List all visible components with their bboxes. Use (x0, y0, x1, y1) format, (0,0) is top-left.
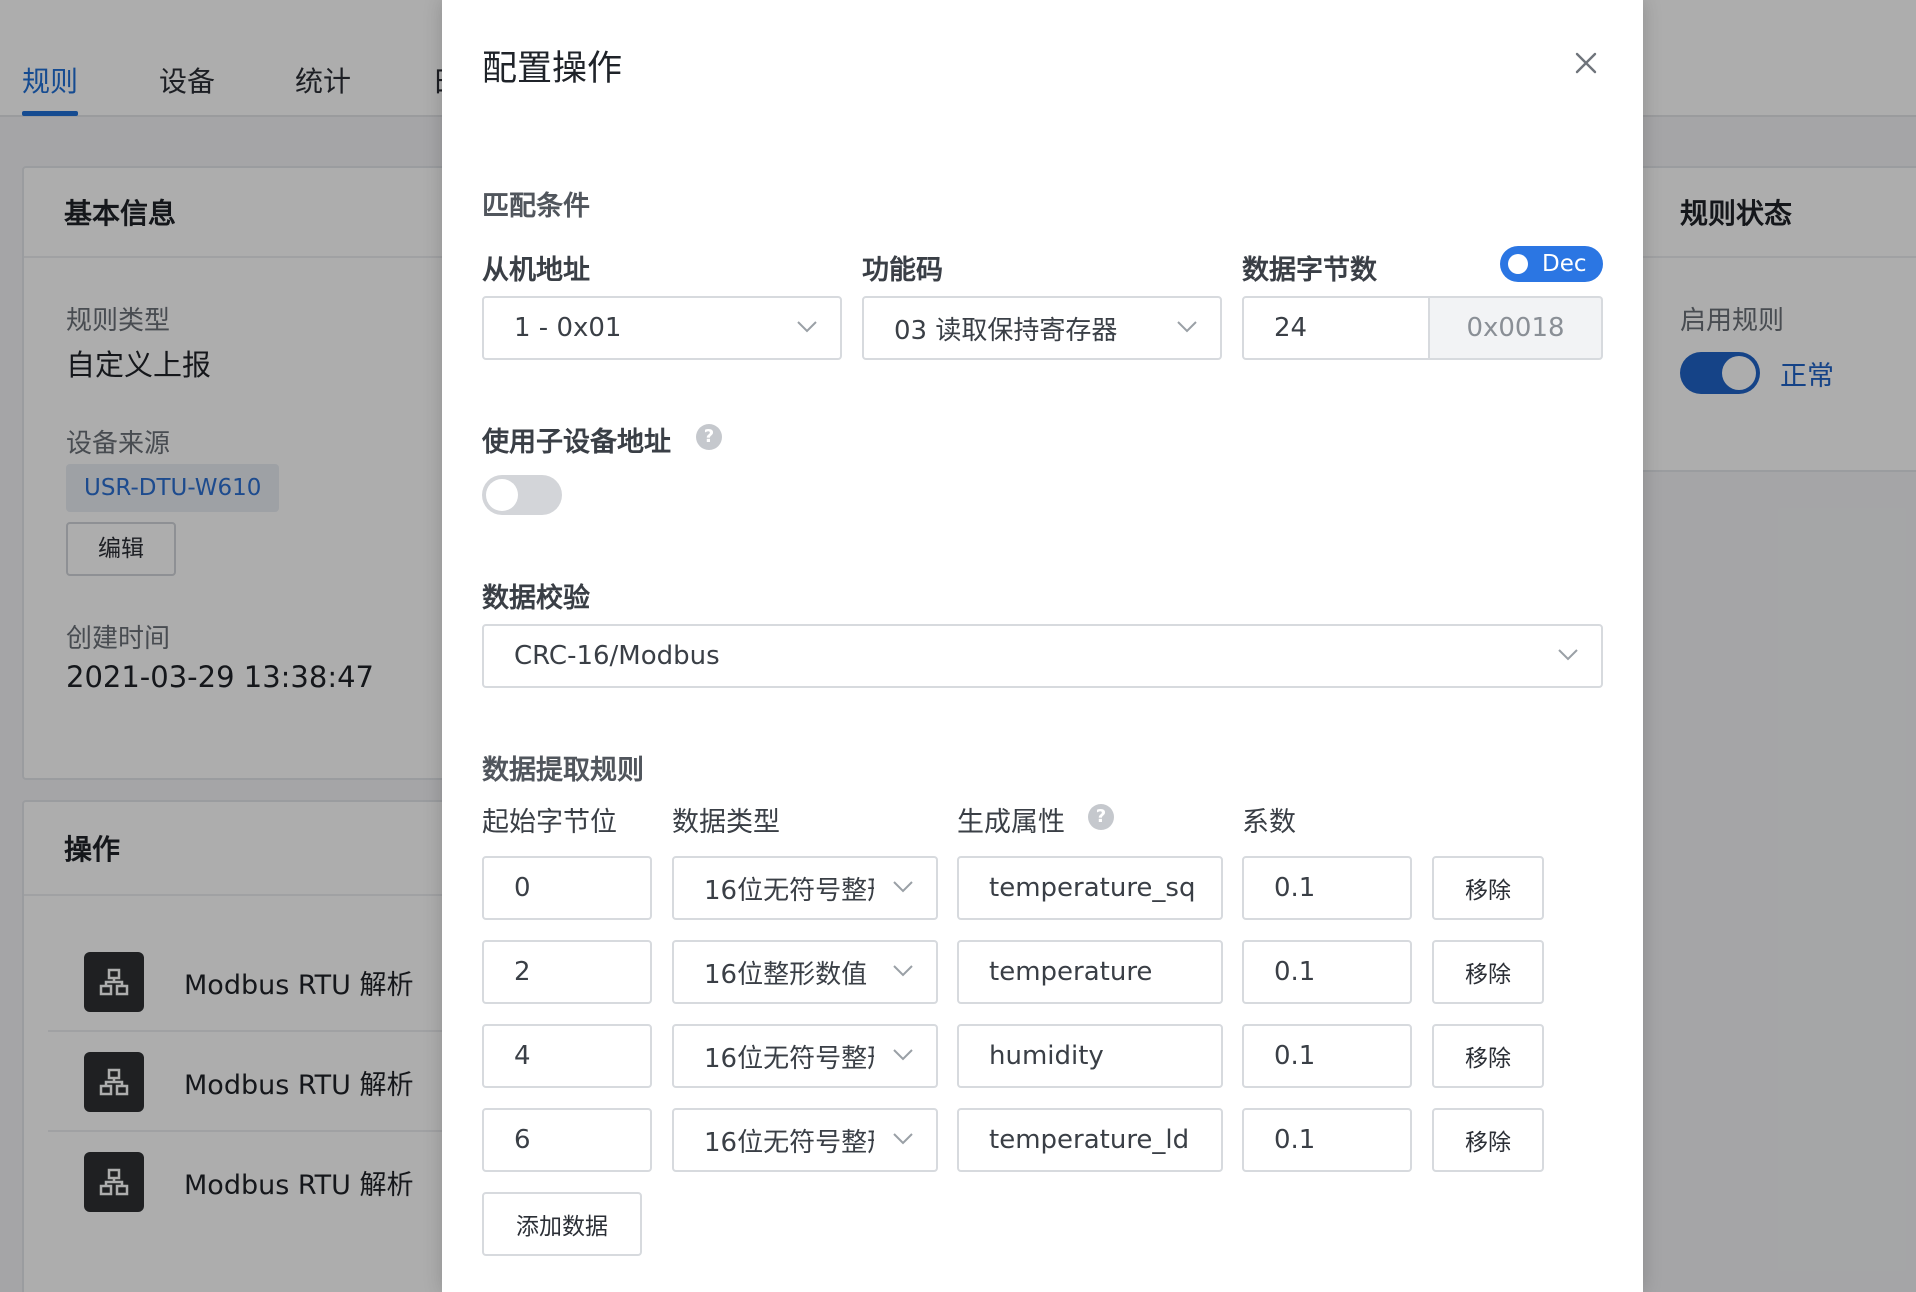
data-bytes-label: 数据字节数 (1242, 255, 1377, 286)
help-icon[interactable]: ? (1088, 804, 1114, 830)
coefficient-input[interactable]: 0.1 (1242, 856, 1412, 920)
match-section-title: 匹配条件 (482, 191, 590, 222)
chevron-down-icon (893, 1049, 913, 1061)
start-byte-value: 6 (514, 1125, 531, 1155)
start-byte-input[interactable]: 0 (482, 856, 652, 920)
slave-address-label: 从机地址 (482, 255, 590, 286)
start-byte-input[interactable]: 2 (482, 940, 652, 1004)
coefficient-input[interactable]: 0.1 (1242, 1024, 1412, 1088)
data-bytes-value: 24 (1274, 313, 1308, 343)
add-data-button[interactable]: 添加数据 (482, 1192, 642, 1256)
subdevice-address-toggle[interactable] (482, 475, 562, 515)
start-byte-input[interactable]: 6 (482, 1108, 652, 1172)
coefficient-input[interactable]: 0.1 (1242, 1108, 1412, 1172)
coefficient-input[interactable]: 0.1 (1242, 940, 1412, 1004)
start-byte-value: 4 (514, 1041, 531, 1071)
attribute-value: temperature_sq (989, 873, 1196, 903)
data-type-select[interactable]: 16位无符号整形数值 (672, 1108, 938, 1172)
coefficient-value: 0.1 (1274, 1125, 1316, 1155)
slave-address-select[interactable]: 1 - 0x01 (482, 296, 842, 360)
header-attribute: 生成属性 (957, 807, 1065, 838)
extract-section-title: 数据提取规则 (482, 755, 644, 786)
config-operation-modal: 配置操作 匹配条件 从机地址 功能码 数据字节数 Dec 1 - 0x01 03… (442, 0, 1643, 1292)
chevron-down-icon (1558, 649, 1578, 661)
function-code-select[interactable]: 03 读取保持寄存器 (862, 296, 1222, 360)
close-icon[interactable] (1569, 46, 1603, 80)
attribute-value: temperature (989, 957, 1153, 987)
coefficient-value: 0.1 (1274, 1041, 1316, 1071)
checksum-label: 数据校验 (482, 583, 590, 614)
attribute-value: temperature_ld (989, 1125, 1190, 1155)
start-byte-value: 0 (514, 873, 531, 903)
header-data-type: 数据类型 (672, 807, 780, 838)
data-bytes-hex: 0x0018 (1430, 296, 1603, 360)
function-code-value: 03 读取保持寄存器 (894, 315, 1118, 346)
subdevice-address-label: 使用子设备地址 (482, 427, 671, 458)
remove-button[interactable]: 移除 (1432, 856, 1544, 920)
remove-button[interactable]: 移除 (1432, 1108, 1544, 1172)
data-bytes-input[interactable]: 24 (1242, 296, 1430, 360)
attribute-input[interactable]: temperature_ld (957, 1108, 1223, 1172)
modal-title: 配置操作 (482, 49, 623, 89)
coefficient-value: 0.1 (1274, 873, 1316, 903)
data-type-select[interactable]: 16位无符号整形数值 (672, 856, 938, 920)
chevron-down-icon (893, 881, 913, 893)
remove-button[interactable]: 移除 (1432, 1024, 1544, 1088)
dec-hex-switch[interactable]: Dec (1500, 246, 1603, 282)
attribute-input[interactable]: temperature (957, 940, 1223, 1004)
data-type-value: 16位整形数值 (704, 959, 868, 990)
data-type-value: 16位无符号整形数值 (704, 875, 874, 906)
start-byte-value: 2 (514, 957, 531, 987)
function-code-label: 功能码 (862, 255, 943, 286)
chevron-down-icon (1177, 321, 1197, 333)
chevron-down-icon (797, 321, 817, 333)
attribute-value: humidity (989, 1041, 1104, 1071)
attribute-input[interactable]: humidity (957, 1024, 1223, 1088)
header-start-byte: 起始字节位 (482, 807, 617, 838)
remove-button[interactable]: 移除 (1432, 940, 1544, 1004)
coefficient-value: 0.1 (1274, 957, 1316, 987)
checksum-value: CRC-16/Modbus (514, 641, 720, 671)
data-type-value: 16位无符号整形数值 (704, 1127, 874, 1158)
start-byte-input[interactable]: 4 (482, 1024, 652, 1088)
header-coefficient: 系数 (1242, 807, 1296, 838)
checksum-select[interactable]: CRC-16/Modbus (482, 624, 1603, 688)
data-type-select[interactable]: 16位无符号整形数值 (672, 1024, 938, 1088)
data-type-select[interactable]: 16位整形数值 (672, 940, 938, 1004)
help-icon[interactable]: ? (696, 424, 722, 450)
data-type-value: 16位无符号整形数值 (704, 1043, 874, 1074)
slave-address-value: 1 - 0x01 (514, 313, 622, 343)
attribute-input[interactable]: temperature_sq (957, 856, 1223, 920)
chevron-down-icon (893, 1133, 913, 1145)
chevron-down-icon (893, 965, 913, 977)
